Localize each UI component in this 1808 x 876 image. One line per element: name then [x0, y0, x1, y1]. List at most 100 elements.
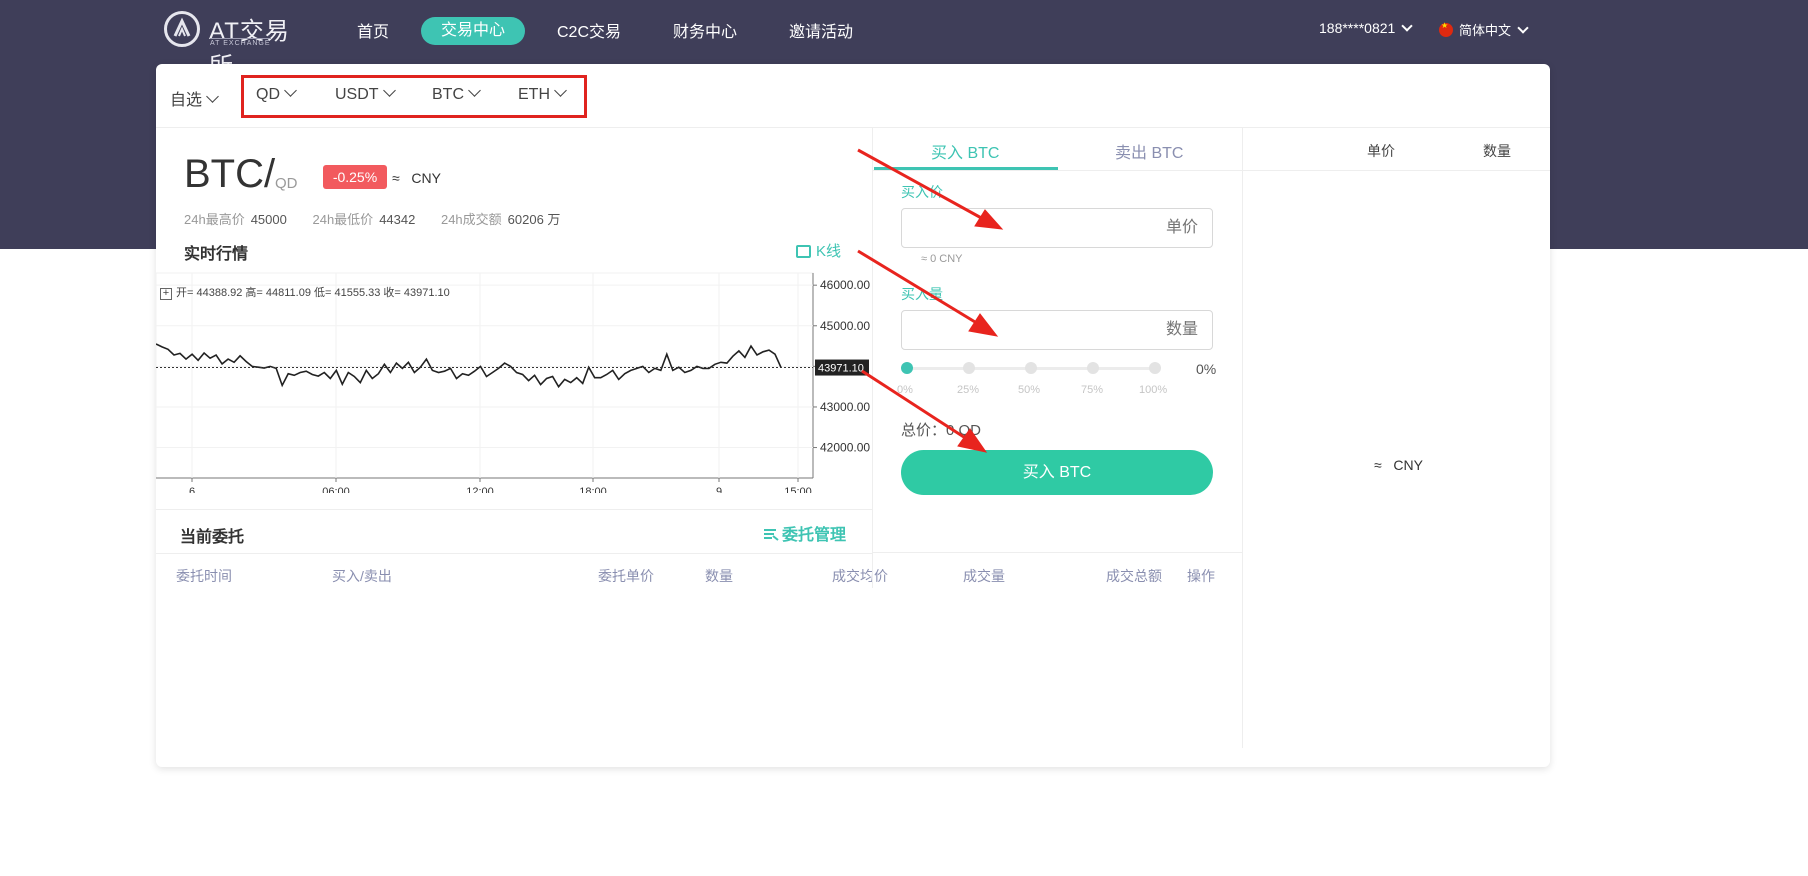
order-management-label: 委托管理	[782, 527, 847, 544]
col-filled-qty: 成交量	[963, 568, 1005, 584]
orderbook-price-head: 单价	[1367, 143, 1395, 159]
y-tick-label: 43000.00	[820, 400, 870, 414]
col-action: 操作	[1187, 568, 1215, 584]
y-tick-label: 45000.00	[820, 319, 870, 333]
buy-price-field[interactable]	[901, 208, 1213, 248]
x-tick-label: 12:00	[466, 486, 494, 493]
nav-invite[interactable]: 邀请活动	[789, 18, 853, 42]
orderbook-cny: ≈ CNY	[1374, 457, 1423, 473]
nav-c2c[interactable]: C2C交易	[557, 18, 621, 42]
y-tick-label: 46000.00	[820, 278, 870, 292]
orders-divider	[156, 509, 872, 510]
col-avg-price: 成交均价	[832, 568, 888, 584]
candlestick-icon	[796, 245, 811, 258]
col-order-time: 委托时间	[176, 568, 232, 584]
panel-divider	[872, 128, 873, 588]
chevron-down-icon	[1401, 20, 1413, 32]
language-menu[interactable]: 简体中文	[1439, 20, 1529, 39]
market-tab-favorites[interactable]: 自选	[170, 86, 219, 110]
col-filled-total: 成交总额	[1106, 568, 1162, 584]
pair-base: BTC/	[184, 152, 276, 196]
col-order-price: 委托单价	[598, 568, 654, 584]
stat-volume-value: 60206 万	[507, 212, 561, 227]
slider-label-25: 25%	[957, 384, 980, 396]
orders-header-divider	[156, 553, 872, 554]
cny-equivalent: ≈ CNY	[392, 170, 441, 186]
tabs-divider	[872, 170, 1242, 171]
nav-finance[interactable]: 财务中心	[673, 18, 737, 42]
currency-label: CNY	[1393, 457, 1423, 473]
x-tick-label: 18:00	[579, 486, 607, 493]
slider-stop-50[interactable]	[1025, 362, 1037, 374]
nav-trading-center[interactable]: 交易中心	[421, 17, 525, 45]
orderbook-qty-head: 数量	[1483, 143, 1511, 159]
tab-sell[interactable]: 卖出 BTC	[1115, 139, 1183, 163]
chevron-down-icon	[206, 90, 219, 103]
x-tick-label: 6	[189, 486, 195, 493]
price-line	[155, 343, 782, 389]
approx-sign: ≈	[1374, 457, 1382, 473]
stat-high-label: 24h最高价	[184, 212, 245, 227]
x-tick-label: 06:00	[322, 486, 350, 493]
tab-buy[interactable]: 买入 BTC	[931, 139, 999, 163]
price-cny-hint: ≈ 0 CNY	[921, 253, 963, 265]
price-chart-svg: 46000.00 45000.00 43000.00 42000.00 6 06:00 12…	[155, 272, 870, 498]
ohlc-text: 开= 44388.92 高= 44811.09 低= 41555.33 收= 4…	[176, 287, 450, 299]
china-flag-icon	[1439, 21, 1453, 37]
stat-high-value: 45000	[250, 212, 287, 227]
ohlc-readout: + 开= 44388.92 高= 44811.09 低= 41555.33 收= …	[160, 284, 450, 300]
slider-stop-25[interactable]	[963, 362, 975, 374]
stat-low-label: 24h最低价	[312, 212, 374, 227]
nav-home[interactable]: 首页	[357, 18, 389, 42]
buy-price-label: 买入价	[901, 184, 943, 200]
slider-label-0: 0%	[897, 384, 913, 396]
slider-label-100: 100%	[1139, 384, 1168, 396]
buy-btc-button[interactable]: 买入 BTC	[901, 450, 1213, 495]
orderbook-divider	[1243, 170, 1550, 171]
col-quantity: 数量	[705, 568, 733, 584]
y-tick-label: 42000.00	[820, 441, 870, 455]
slider-label-50: 50%	[1018, 384, 1041, 396]
change-badge: -0.25%	[323, 165, 387, 189]
chevron-down-icon	[1517, 22, 1529, 34]
pair-quote: QD	[275, 175, 298, 192]
panel-divider	[1242, 128, 1243, 748]
buy-qty-field[interactable]	[901, 310, 1213, 350]
realtime-title: 实时行情	[184, 246, 249, 263]
total-price: 总价：0 QD	[901, 422, 982, 439]
currency-label: CNY	[411, 170, 441, 186]
order-management-icon	[764, 529, 779, 541]
user-phone: 188****0821	[1319, 20, 1396, 36]
top-navbar: AT交易所 AT EXCHANGE 首页 交易中心 C2C交易 财务中心 邀请活…	[0, 0, 1808, 80]
market-selector-bar: 自选 QD USDT BTC ETH	[156, 64, 1550, 128]
last-price-label: 43971.10	[818, 363, 864, 375]
order-management-link[interactable]: 委托管理	[762, 521, 846, 545]
kline-label: K线	[816, 243, 842, 260]
logo-mark-icon	[164, 11, 200, 47]
price-chart[interactable]: 46000.00 45000.00 43000.00 42000.00 6 06:00 12…	[155, 271, 876, 498]
slider-label-75: 75%	[1081, 384, 1104, 396]
trading-card: 自选 QD USDT BTC ETH BTC/ QD -0.25% ≈ CNY …	[155, 64, 1550, 767]
user-menu[interactable]: 188****0821	[1319, 20, 1413, 36]
col-side: 买入/卖出	[332, 568, 392, 584]
logo[interactable]: AT交易所 AT EXCHANGE	[164, 11, 314, 80]
slider-stop-100[interactable]	[1149, 362, 1161, 374]
ticker-stats: 24h最高价 45000 24h最低价 44342 24h成交额 60206 万	[184, 209, 582, 228]
market-tab-label: 自选	[170, 92, 203, 109]
slider-percent-value: 0%	[1196, 361, 1217, 377]
orders-title: 当前委托	[180, 529, 245, 546]
x-tick-label: 9	[716, 486, 722, 493]
expand-icon[interactable]: +	[160, 288, 172, 300]
stat-volume-label: 24h成交额	[440, 212, 502, 227]
active-tab-underline	[874, 167, 1058, 170]
language-label: 简体中文	[1459, 23, 1512, 38]
slider-stop-75[interactable]	[1087, 362, 1099, 374]
kline-toggle[interactable]: K线	[796, 240, 841, 261]
buy-qty-input[interactable]	[902, 311, 1212, 349]
buy-price-input[interactable]	[902, 209, 1212, 247]
slider-handle[interactable]	[901, 362, 913, 374]
stat-low-value: 44342	[379, 212, 416, 227]
x-tick-label: 15:00	[784, 486, 812, 493]
buy-qty-label: 买入量	[901, 286, 943, 302]
panel-divider	[872, 552, 1242, 553]
